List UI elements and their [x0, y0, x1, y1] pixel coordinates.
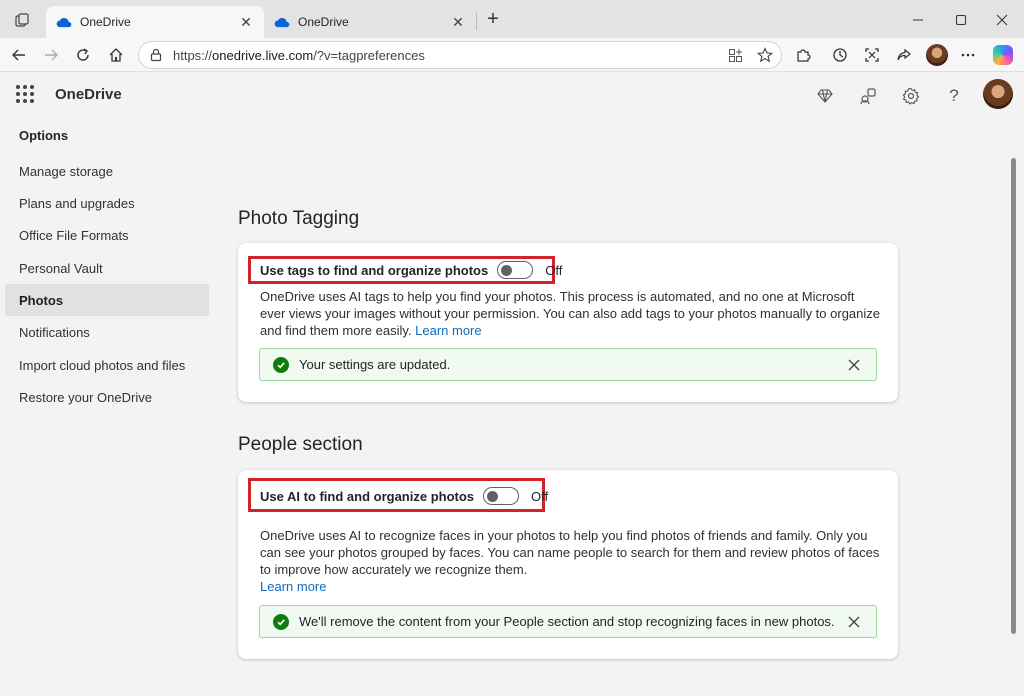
people-toggle-switch[interactable] [483, 487, 520, 505]
minimize-icon[interactable] [904, 8, 932, 32]
share-people-icon[interactable] [855, 83, 881, 109]
photo-tagging-toggle-row: Use tags to find and organize photos Off [260, 261, 562, 279]
app-launcher-icon[interactable] [16, 85, 34, 103]
dismiss-close-icon[interactable] [840, 351, 868, 379]
tab-separator [476, 12, 477, 30]
favorite-star-icon[interactable] [752, 42, 778, 68]
maximize-icon[interactable] [947, 8, 975, 32]
url-text: https://onedrive.live.com/?v=tagpreferen… [173, 47, 425, 63]
settings-gear-icon[interactable] [898, 83, 924, 109]
success-check-icon [273, 356, 289, 373]
sidebar-item-plans-upgrades[interactable]: Plans and upgrades [5, 187, 209, 219]
browser-toolbar: https://onedrive.live.com/?v=tagpreferen… [0, 38, 1024, 72]
tab-title: OneDrive [298, 15, 349, 29]
close-window-icon[interactable] [988, 8, 1016, 32]
tab-close-icon[interactable]: ✕ [238, 14, 254, 31]
success-check-icon [273, 613, 289, 630]
info-banner: We'll remove the content from your Peopl… [259, 605, 877, 638]
browser-tab-active[interactable]: OneDrive ✕ [46, 6, 264, 38]
app-header: OneDrive ? [0, 73, 1024, 119]
photo-tagging-title: Photo Tagging [238, 208, 360, 229]
sidebar-item-import-cloud[interactable]: Import cloud photos and files [5, 349, 209, 381]
onedrive-cloud-icon [274, 17, 290, 27]
scrollbar-thumb[interactable] [1011, 158, 1016, 634]
sidebar-item-notifications[interactable]: Notifications [5, 316, 209, 348]
learn-more-link[interactable]: Learn more [415, 323, 481, 338]
onedrive-cloud-icon [56, 17, 72, 27]
refresh-icon[interactable] [70, 42, 96, 68]
people-toggle-label: Use AI to find and organize photos [260, 488, 475, 504]
tab-close-icon[interactable]: ✕ [450, 14, 466, 31]
toggle-state-text: Off [545, 262, 563, 278]
profile-avatar[interactable] [924, 42, 950, 68]
success-banner: Your settings are updated. [259, 348, 877, 381]
extensions-icon[interactable] [790, 42, 816, 68]
more-options-icon[interactable] [955, 42, 981, 68]
tab-title: OneDrive [80, 15, 131, 29]
dismiss-close-icon[interactable] [840, 608, 868, 636]
browser-tab-inactive[interactable]: OneDrive ✕ [264, 6, 476, 38]
app-available-icon[interactable] [722, 42, 748, 68]
screenshot-icon[interactable] [859, 42, 885, 68]
new-tab-button[interactable]: + [482, 8, 504, 32]
history-icon[interactable] [827, 42, 853, 68]
app-name[interactable]: OneDrive [55, 86, 122, 103]
people-description: OneDrive uses AI to recognize faces in y… [260, 528, 880, 594]
toggle-state-text: Off [531, 488, 549, 504]
copilot-icon[interactable] [990, 42, 1016, 68]
forward-arrow-icon[interactable] [38, 42, 64, 68]
sidebar-item-personal-vault[interactable]: Personal Vault [5, 252, 209, 284]
photo-tagging-toggle-switch[interactable] [497, 261, 534, 279]
premium-diamond-icon[interactable] [812, 83, 838, 109]
back-arrow-icon[interactable] [6, 42, 32, 68]
sidebar-item-manage-storage[interactable]: Manage storage [5, 155, 209, 187]
sidebar-item-office-file-formats[interactable]: Office File Formats [5, 219, 209, 251]
account-avatar[interactable] [983, 79, 1013, 109]
help-question-icon[interactable]: ? [941, 83, 967, 109]
lock-icon[interactable] [149, 48, 163, 62]
share-icon[interactable] [891, 42, 917, 68]
banner-message: We'll remove the content from your Peopl… [299, 614, 835, 629]
photo-tagging-description: OneDrive uses AI tags to help you find y… [260, 289, 881, 338]
people-section-title: People section [238, 434, 363, 455]
home-icon[interactable] [103, 42, 129, 68]
tab-actions-icon[interactable] [8, 8, 36, 32]
photo-tagging-toggle-label: Use tags to find and organize photos [260, 262, 489, 278]
learn-more-link[interactable]: Learn more [260, 579, 326, 594]
address-bar[interactable]: https://onedrive.live.com/?v=tagpreferen… [138, 41, 782, 69]
banner-message: Your settings are updated. [299, 357, 451, 372]
sidebar-item-restore-onedrive[interactable]: Restore your OneDrive [5, 381, 209, 413]
people-toggle-row: Use AI to find and organize photos Off [260, 487, 548, 505]
sidebar-item-photos[interactable]: Photos [5, 284, 209, 316]
sidebar-heading: Options [19, 128, 69, 143]
browser-tab-strip: OneDrive ✕ OneDrive ✕ + [0, 0, 1024, 38]
